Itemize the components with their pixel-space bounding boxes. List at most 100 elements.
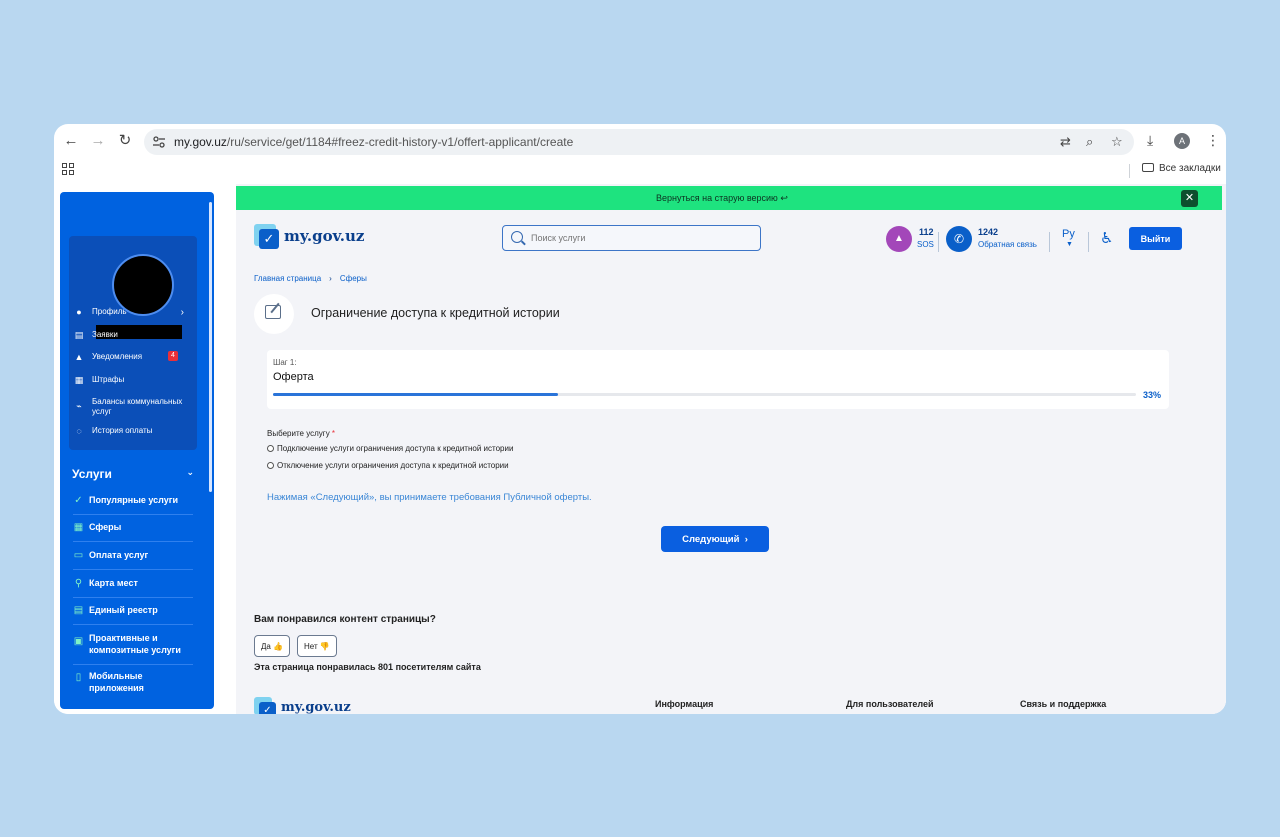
proactive-icon: ▣: [73, 636, 84, 647]
sidebar-item-proactive[interactable]: ▣ Проактивные и композитные услуги: [73, 632, 193, 665]
site-header: ✓ my.gov.uz ▲ 112 SOS ✆ 1242 Обратная св…: [236, 210, 1222, 270]
bookmarks-bar: Все закладки: [54, 158, 1226, 182]
grid-icon: ▦: [73, 522, 84, 533]
siren-icon[interactable]: ▲: [886, 226, 912, 252]
sidebar-item-registry[interactable]: ▤ Единый реестр: [73, 605, 193, 625]
radio-disconnect[interactable]: [267, 462, 274, 469]
sidebar-item-requests[interactable]: ▤ Заявки: [74, 330, 184, 340]
step-name: Оферта: [273, 371, 314, 383]
sidebar-item-spheres[interactable]: ▦ Сферы: [73, 522, 193, 542]
sidebar-item-mobile[interactable]: ▯ Мобильные приложения: [73, 670, 193, 702]
download-icon[interactable]: ⤓: [1147, 132, 1153, 149]
next-button[interactable]: Следующий ›: [661, 526, 769, 552]
language-selector[interactable]: Ру: [1062, 228, 1075, 240]
sidebar-scrollbar[interactable]: [209, 202, 212, 492]
page-viewport: ● Профиль › ▤ Заявки ▲ Уведомления 4 ▦ Ш…: [54, 184, 1226, 714]
search-input[interactable]: [531, 230, 751, 246]
sidebar-item-popular[interactable]: ✓ Популярные услуги: [73, 495, 193, 515]
reload-icon[interactable]: ↻: [116, 132, 134, 150]
feedback-number[interactable]: 1242: [978, 227, 998, 237]
sidebar-item-utilities[interactable]: ⌁ Балансы коммунальных услуг: [74, 397, 184, 417]
footer: ✓ my.gov.uz Информация Для пользователей…: [236, 684, 1222, 714]
sidebar-item-payment[interactable]: ▭ Оплата услуг: [73, 550, 193, 570]
checkmark-logo-icon: ✓: [259, 702, 276, 714]
translate-icon[interactable]: ⇄: [1060, 134, 1071, 150]
phone-icon[interactable]: ✆: [946, 226, 972, 252]
radio-connect[interactable]: [267, 445, 274, 452]
back-arrow-icon[interactable]: ←: [62, 132, 80, 150]
checkmark-logo-icon: ✓: [259, 229, 279, 249]
likes-count: Эта страница понравилась 801 посетителям…: [254, 662, 481, 672]
browser-toolbar: ← → ↻ my.gov.uz/ru/service/get/1184#free…: [54, 124, 1226, 158]
logout-button[interactable]: Выйти: [1129, 227, 1182, 250]
caret-down-icon[interactable]: ▼: [1066, 241, 1073, 248]
required-mark: *: [331, 429, 336, 438]
thumbs-up-icon: 👍: [273, 641, 284, 651]
document-edit-icon: [265, 305, 281, 319]
search-box[interactable]: [502, 225, 761, 251]
footer-col-users: Для пользователей: [846, 699, 934, 709]
utilities-icon: ⌁: [76, 401, 82, 411]
sidebar: ● Профиль › ▤ Заявки ▲ Уведомления 4 ▦ Ш…: [60, 192, 214, 709]
progress-bar: [273, 393, 1136, 396]
accessibility-icon[interactable]: ♿: [1100, 229, 1113, 247]
progress-percent: 33%: [1143, 390, 1162, 400]
old-version-banner: Вернуться на старую версию ↩ ✕: [236, 186, 1222, 210]
apps-grid-icon[interactable]: [62, 163, 74, 175]
breadcrumb-spheres[interactable]: Сферы: [340, 274, 367, 283]
like-button[interactable]: Да 👍: [254, 635, 291, 657]
breadcrumb: Главная страница › Сферы: [254, 274, 367, 283]
sidebar-item-map[interactable]: ⚲ Карта мест: [73, 578, 193, 598]
option-disconnect[interactable]: Отключение услуги ограничения доступа к …: [267, 461, 509, 470]
bookmark-star-icon[interactable]: ☆: [1111, 134, 1123, 150]
chevron-right-icon: ›: [180, 307, 184, 318]
page-title: Ограничение доступа к кредитной истории: [311, 306, 560, 320]
sos-number[interactable]: 112: [919, 227, 934, 237]
badge-check-icon: ✓: [74, 495, 83, 506]
sidebar-item-payment-history[interactable]: ◌ История оплаты: [74, 426, 184, 436]
return-arrow-icon: ↩: [780, 193, 788, 203]
browser-menu-icon[interactable]: ⋮: [1206, 132, 1220, 149]
feedback-question: Вам понравился контент страницы?: [254, 614, 436, 625]
document-icon: ▤: [74, 330, 84, 340]
breadcrumb-home[interactable]: Главная страница: [254, 274, 321, 283]
sidebar-item-profile[interactable]: ● Профиль ›: [74, 307, 184, 318]
user-icon: ●: [76, 307, 82, 317]
step-card: Шаг 1: Оферта 33%: [267, 350, 1169, 409]
progress-fill: [273, 393, 558, 396]
browser-profile-avatar[interactable]: A: [1174, 133, 1190, 149]
chevron-right-icon: ›: [329, 274, 332, 283]
dislike-button[interactable]: Нет 👎: [297, 635, 337, 657]
all-bookmarks-folder[interactable]: Все закладки: [1142, 163, 1221, 174]
footer-col-support: Связь и поддержка: [1020, 699, 1107, 709]
mobile-icon: ▯: [75, 672, 82, 683]
thumbs-down-icon: 👎: [319, 641, 330, 651]
feedback-label: Обратная связь: [978, 240, 1037, 249]
zoom-icon[interactable]: ⌕: [1086, 134, 1093, 150]
services-section-toggle[interactable]: Услуги ⌄: [72, 467, 194, 481]
url-text: my.gov.uz/ru/service/get/1184#freez-cred…: [174, 135, 574, 149]
public-offer-link[interactable]: Нажимая «Следующий», вы принимаете требо…: [267, 492, 592, 503]
bookmarks-divider: [1129, 164, 1130, 178]
footer-col-info: Информация: [655, 699, 714, 709]
old-version-link[interactable]: Вернуться на старую версию ↩: [656, 193, 788, 204]
sidebar-item-fines[interactable]: ▦ Штрафы: [74, 375, 184, 385]
card-icon: ▭: [73, 550, 84, 561]
search-icon: [511, 231, 523, 243]
step-number: Шаг 1:: [273, 358, 297, 367]
site-settings-icon[interactable]: [152, 135, 166, 149]
fines-icon: ▦: [74, 375, 84, 385]
bell-icon: ▲: [74, 352, 84, 362]
registry-icon: ▤: [73, 605, 84, 616]
service-question: Выберите услугу *: [267, 429, 336, 438]
sidebar-item-notifications[interactable]: ▲ Уведомления 4: [74, 351, 184, 362]
main-content: Вернуться на старую версию ↩ ✕ ✓ my.gov.…: [236, 184, 1226, 714]
wallet-icon: ◌: [76, 426, 82, 436]
forward-arrow-icon[interactable]: →: [89, 132, 107, 150]
banner-close-button[interactable]: ✕: [1181, 190, 1198, 207]
sos-label: SOS: [917, 240, 934, 249]
folder-icon: [1142, 163, 1154, 172]
address-bar[interactable]: my.gov.uz/ru/service/get/1184#freez-cred…: [144, 129, 1134, 155]
option-connect[interactable]: Подключение услуги ограничения доступа к…: [267, 444, 513, 453]
browser-window: ← → ↻ my.gov.uz/ru/service/get/1184#free…: [54, 124, 1226, 714]
